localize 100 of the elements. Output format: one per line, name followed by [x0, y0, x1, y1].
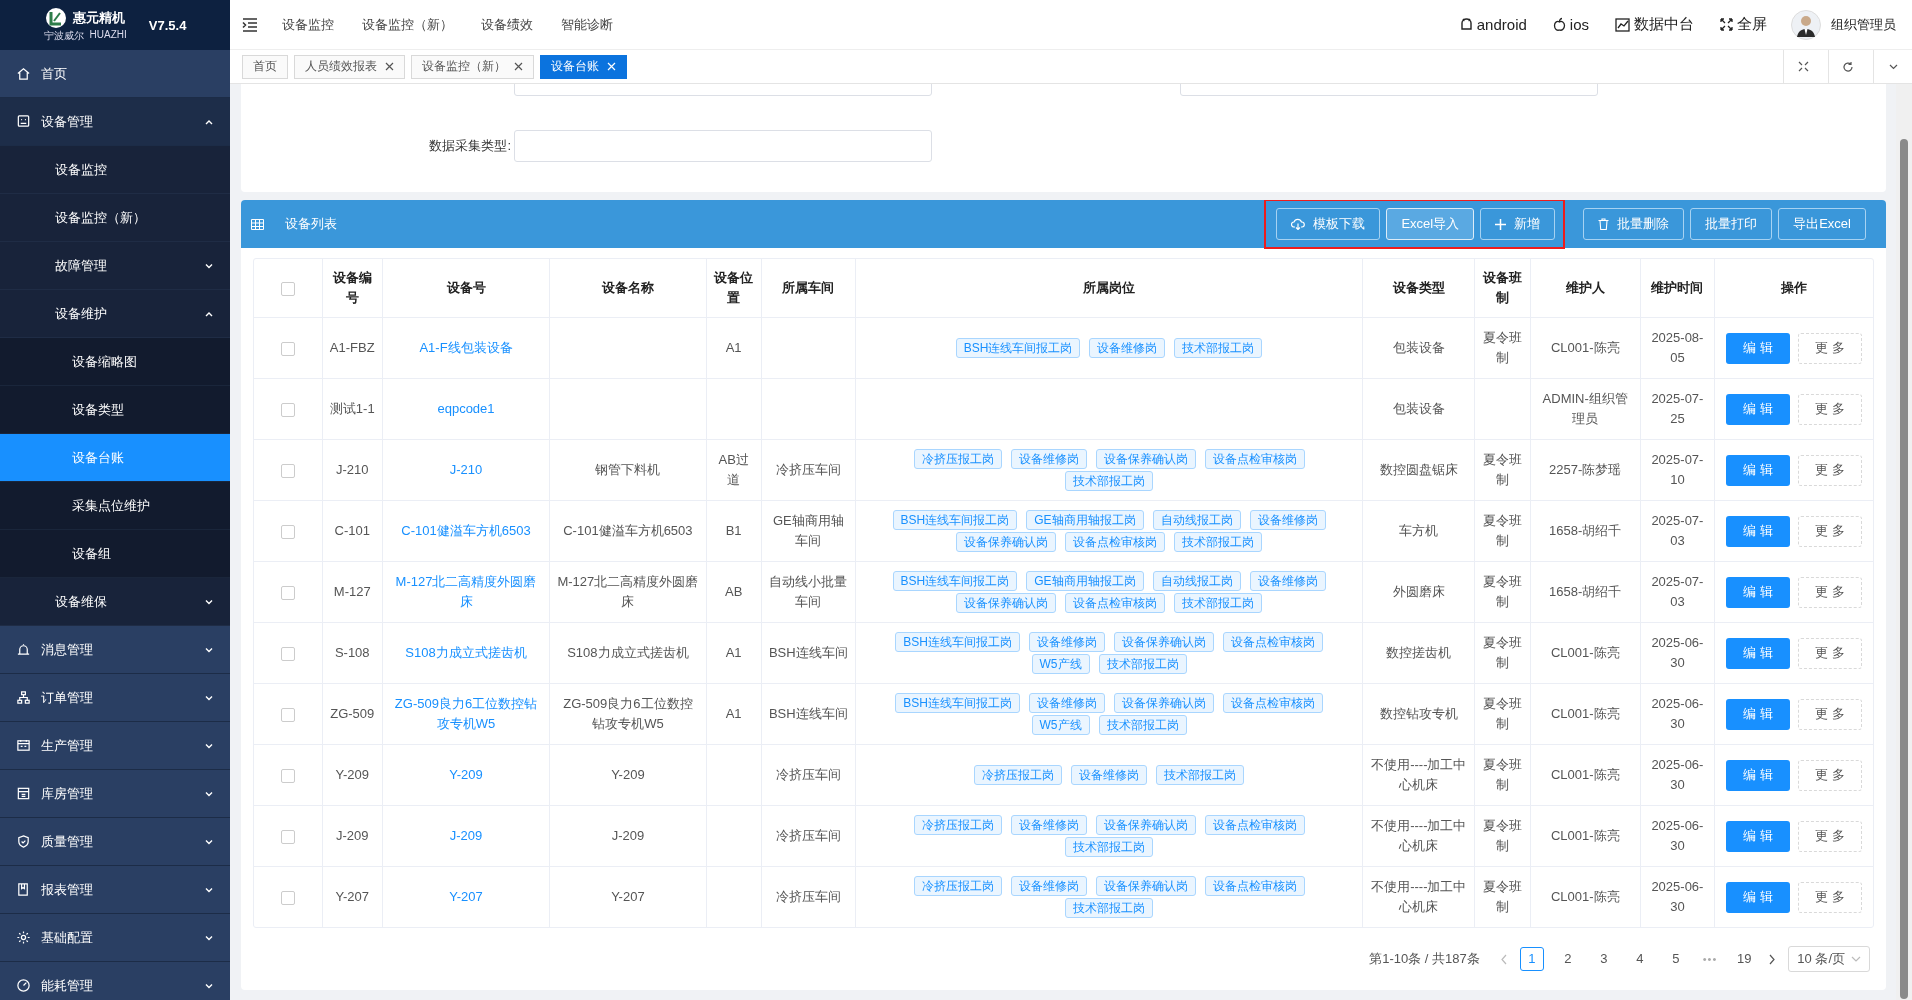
sidebar-item[interactable]: 基础配置 — [0, 914, 230, 962]
table-cell-text: Y-209 — [610, 766, 646, 784]
more-button[interactable]: 更 多 — [1798, 820, 1862, 852]
post-tag: 技术部报工岗 — [1174, 338, 1263, 358]
page-tab[interactable]: 设备监控（新） — [411, 54, 534, 79]
sidebar-item[interactable]: 能耗管理 — [0, 962, 230, 1000]
nav-link[interactable]: 设备监控 — [282, 15, 334, 34]
header-link[interactable]: 全屏 — [1720, 15, 1767, 34]
header-link[interactable]: ios — [1552, 16, 1589, 33]
sidebar-item[interactable]: 首页 — [0, 50, 230, 98]
post-tag: 技术部报工岗 — [1065, 471, 1154, 491]
page-number[interactable]: 19 — [1732, 947, 1757, 971]
checkbox[interactable] — [280, 341, 295, 356]
more-button[interactable]: 更 多 — [1798, 759, 1862, 791]
post-tag: GE轴商用轴报工岗 — [1026, 571, 1144, 591]
more-button[interactable]: 更 多 — [1798, 515, 1862, 547]
nav-link[interactable]: 设备监控（新） — [362, 15, 453, 34]
table-cell-text: 夏令班制 — [1482, 634, 1523, 672]
page-size-select[interactable]: 10 条/页 — [1788, 946, 1870, 972]
table-cell-text: 2025-06-30 — [1650, 878, 1705, 916]
table-cell-text: Y-209 — [334, 766, 370, 784]
page-number[interactable]: 4 — [1627, 947, 1652, 971]
pagination-summary: 第1-10条 / 共187条 — [1369, 950, 1480, 968]
post-tag: 冷挤压报工岗 — [913, 815, 1002, 835]
column-header[interactable]: 设备类型 — [1370, 278, 1468, 298]
sidebar-item[interactable]: 报表管理 — [0, 866, 230, 914]
panel-title: 设备列表 — [285, 215, 337, 233]
more-button[interactable]: 更 多 — [1798, 576, 1862, 608]
sidebar-item[interactable]: 生产管理 — [0, 722, 230, 770]
column-header[interactable]: 设备位置 — [713, 268, 754, 308]
fullscreen-icon — [1720, 18, 1733, 31]
column-header[interactable]: 维护时间 — [1647, 278, 1707, 298]
input-field[interactable] — [514, 130, 932, 162]
checkbox[interactable] — [280, 768, 295, 783]
sidebar-item[interactable]: 订单管理 — [0, 674, 230, 722]
avatar[interactable] — [1791, 9, 1821, 40]
user-name[interactable]: 组织管理员 — [1831, 15, 1896, 34]
more-button[interactable]: 更 多 — [1798, 881, 1862, 913]
sidebar-item[interactable]: 消息管理 — [0, 626, 230, 674]
column-header[interactable]: 操作 — [1722, 278, 1866, 298]
page-tab[interactable]: 设备台账 — [540, 54, 627, 79]
column-header[interactable]: 维护人 — [1537, 278, 1633, 298]
more-button[interactable]: 更 多 — [1798, 454, 1862, 486]
gauge-icon — [16, 978, 31, 993]
header-link[interactable]: 数据中台 — [1615, 15, 1694, 34]
page-number[interactable]: 5 — [1663, 947, 1688, 971]
more-button[interactable]: 更 多 — [1798, 637, 1862, 669]
page-number[interactable]: 2 — [1555, 947, 1580, 971]
page-tab[interactable]: 人员绩效报表 — [294, 54, 405, 79]
sidebar-item[interactable]: 故障管理 — [0, 242, 230, 290]
page-tab[interactable]: 首页 — [242, 54, 288, 79]
close-icon[interactable] — [514, 62, 523, 71]
checkbox[interactable] — [280, 281, 295, 296]
post-tag: BSH连线车间报工岗 — [955, 338, 1081, 358]
sidebar-item[interactable]: 设备维保 — [0, 578, 230, 626]
column-header[interactable]: 设备编号 — [329, 268, 375, 308]
more-button[interactable]: 更 多 — [1798, 698, 1862, 730]
sidebar-item[interactable]: 设备组 — [0, 530, 230, 578]
sidebar-item[interactable]: 设备监控（新） — [0, 194, 230, 242]
sidebar-item[interactable]: 设备类型 — [0, 386, 230, 434]
post-tag: 设备点检审核岗 — [1222, 693, 1323, 713]
column-header[interactable]: 所属岗位 — [862, 278, 1356, 298]
column-header[interactable]: 设备班制 — [1482, 268, 1523, 308]
close-icon[interactable] — [385, 62, 394, 71]
column-header[interactable]: 设备号 — [389, 278, 543, 298]
checkbox[interactable] — [280, 646, 295, 661]
nav-link[interactable]: 智能诊断 — [561, 15, 613, 34]
post-tag: 设备点检审核岗 — [1204, 449, 1305, 469]
scrollbar[interactable] — [1896, 84, 1912, 1000]
checkbox[interactable] — [280, 524, 295, 539]
sidebar-item[interactable]: 设备管理 — [0, 98, 230, 146]
more-button[interactable]: 更 多 — [1798, 332, 1862, 364]
page-number[interactable]: 3 — [1591, 947, 1616, 971]
table-cell-text: 冷挤压车间 — [774, 827, 842, 845]
chevron-right-icon[interactable] — [1768, 953, 1777, 965]
sidebar-item[interactable]: 设备维护 — [0, 290, 230, 338]
checkbox[interactable] — [280, 402, 295, 417]
chart-icon — [1615, 17, 1630, 32]
sidebar-item[interactable]: 质量管理 — [0, 818, 230, 866]
sidebar-item[interactable]: 设备缩略图 — [0, 338, 230, 386]
checkbox[interactable] — [280, 585, 295, 600]
menu-icon[interactable] — [242, 17, 258, 32]
brand-subtitle: 宁波威尔 — [43, 29, 84, 43]
header-link[interactable]: android — [1459, 16, 1527, 33]
nav-link[interactable]: 设备绩效 — [481, 15, 533, 34]
sidebar-item[interactable]: 采集点位维护 — [0, 482, 230, 530]
more-button[interactable]: 更 多 — [1798, 393, 1862, 425]
sidebar-item[interactable]: 设备监控 — [0, 146, 230, 194]
column-header[interactable]: 所属车间 — [768, 278, 848, 298]
checkbox[interactable] — [280, 829, 295, 844]
table-cell-text: CL001-陈亮 — [1549, 644, 1621, 662]
checkbox[interactable] — [280, 890, 295, 905]
chevron-left-icon[interactable] — [1499, 953, 1508, 965]
table-cell-text: J-209 — [334, 827, 370, 845]
table-cell-text: Y-207 — [334, 888, 370, 906]
column-header[interactable]: 设备名称 — [557, 278, 699, 298]
sidebar-item[interactable]: 库房管理 — [0, 770, 230, 818]
post-tag: W5产线 — [1031, 654, 1090, 674]
checkbox[interactable] — [280, 707, 295, 722]
checkbox[interactable] — [280, 463, 295, 478]
